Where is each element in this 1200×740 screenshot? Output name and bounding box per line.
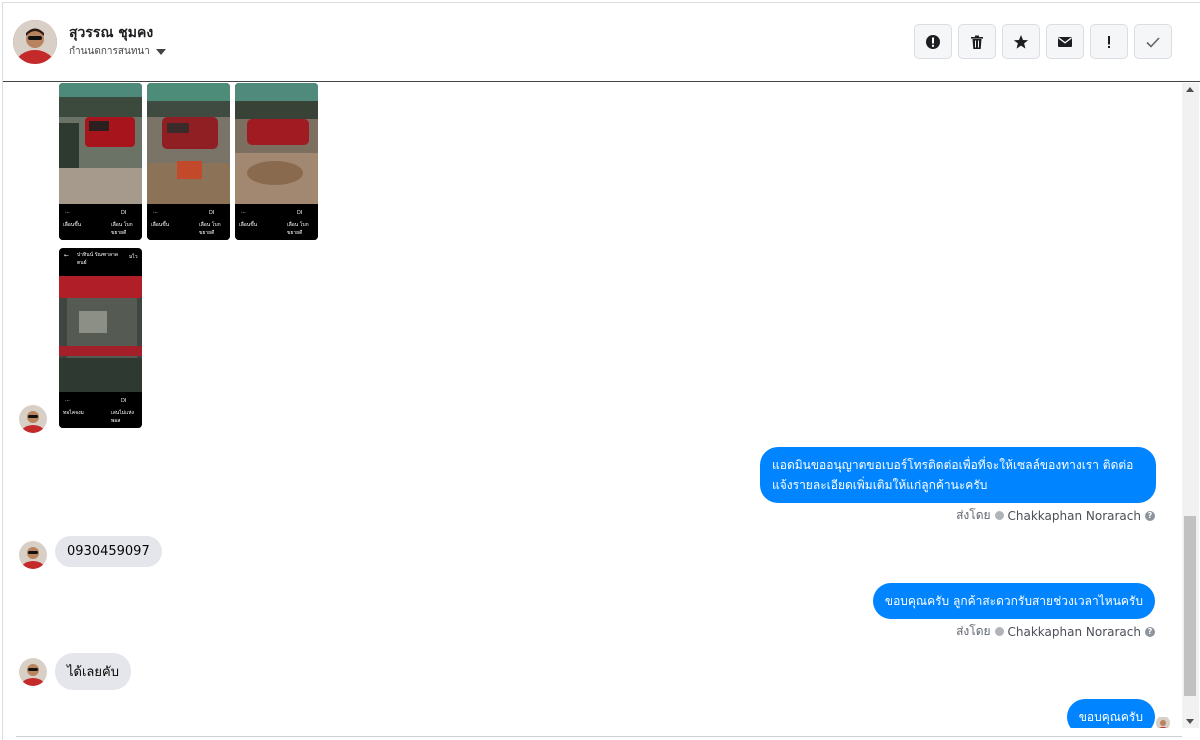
delete-button[interactable] <box>958 24 996 59</box>
photo-caption-right: เล่นไม่แห่งพอส <box>111 410 134 424</box>
photo-caption-left: เลื่อนขึ้น <box>63 222 82 228</box>
verified-icon <box>994 627 1004 636</box>
sent-by-line: ส่งโดย Chakkaphan Norarach ? <box>956 622 1155 641</box>
caret-down-icon <box>155 48 166 55</box>
photo-caption-right: เลื่อน โบกขยายดี <box>199 222 221 236</box>
attachment-photo[interactable]: ··· DI เลื่อนขึ้น เลื่อน โบกขยายดี <box>59 83 142 240</box>
star-icon <box>1013 34 1029 49</box>
photo-top-text: ปาทินน์ รัณฑาลาดตนย์ <box>77 252 119 266</box>
sent-by-label: ส่งโดย <box>956 624 991 638</box>
mark-spam-button[interactable] <box>914 24 952 59</box>
checkmark-icon <box>1146 36 1160 48</box>
scroll-down-arrow-icon[interactable] <box>1186 719 1194 724</box>
message-thread[interactable]: ··· DI เลื่อนขึ้น เลื่อน โบกขยายดี ··· D… <box>3 83 1181 728</box>
composer-divider <box>16 736 1182 737</box>
contact-avatar-small[interactable] <box>19 658 47 686</box>
mark-important-button[interactable] <box>1090 24 1128 59</box>
incoming-message[interactable]: 0930459097 <box>55 536 162 567</box>
contact-avatar-small[interactable] <box>19 541 47 569</box>
exclamation-icon <box>1108 35 1110 48</box>
photo-caption-left: เลื่อนขึ้น <box>151 222 170 228</box>
photo-caption-left: ทอไคจงม <box>63 410 84 416</box>
scroll-up-arrow-icon[interactable] <box>1186 87 1194 92</box>
seen-avatar <box>1156 716 1170 728</box>
contact-avatar-small[interactable] <box>19 405 47 433</box>
attachment-photo[interactable]: ··· DI เลื่อนขึ้น เลื่อน โบกขยายดี <box>235 83 318 240</box>
help-icon[interactable]: ? <box>1145 626 1155 637</box>
contact-name[interactable]: สุวรรณ ชุมคง <box>69 22 153 44</box>
envelope-icon <box>1058 36 1072 47</box>
help-icon[interactable]: ? <box>1145 510 1155 521</box>
attachment-photo[interactable]: ← ปาทินน์ รัณฑาลาดตนย์ มไว ··· DI ทอไคจง… <box>59 248 142 428</box>
verified-icon <box>994 511 1004 520</box>
header-actions <box>914 24 1172 59</box>
sent-by-label: ส่งโดย <box>956 508 991 522</box>
conversation-status-dropdown[interactable]: กำนนดการสนทนา <box>69 44 166 59</box>
photo-caption-right: เลื่อน โบกขยายดี <box>287 222 309 236</box>
outgoing-message[interactable]: แอดมินขออนุญาตขอเบอร์โทรติดต่อเพื่อที่จะ… <box>760 447 1156 503</box>
chat-scrollbar[interactable] <box>1182 83 1199 728</box>
alert-circle-icon <box>926 34 940 49</box>
star-button[interactable] <box>1002 24 1040 59</box>
attachment-photo[interactable]: ··· DI เลื่อนขึ้น เลื่อน โบกขยายดี <box>147 83 230 240</box>
outgoing-message[interactable]: ขอบคุณครับ ลูกค้าสะดวกรับสายช่วงเวลาไหนค… <box>872 583 1155 619</box>
contact-avatar[interactable] <box>13 20 57 64</box>
sent-by-line: ส่งโดย Chakkaphan Norarach ? <box>956 506 1155 525</box>
photo-caption-left: เลื่อนขึ้น <box>239 222 258 228</box>
outgoing-message[interactable]: ขอบคุณครับ <box>1066 699 1155 728</box>
mark-unread-button[interactable] <box>1046 24 1084 59</box>
scroll-thumb[interactable] <box>1184 516 1196 696</box>
photo-caption-right: เลื่อน โบกขยายดี <box>111 222 133 236</box>
incoming-message[interactable]: ได้เลยคับ <box>55 653 131 690</box>
trash-icon <box>971 35 983 49</box>
mark-done-button[interactable] <box>1134 24 1172 59</box>
conversation-header: สุวรรณ ชุมคง กำนนดการสนทนา <box>3 3 1200 82</box>
conversation-status-label: กำนนดการสนทนา <box>69 46 150 57</box>
sender-name[interactable]: Chakkaphan Norarach <box>1008 509 1141 523</box>
sender-name[interactable]: Chakkaphan Norarach <box>1008 625 1141 639</box>
